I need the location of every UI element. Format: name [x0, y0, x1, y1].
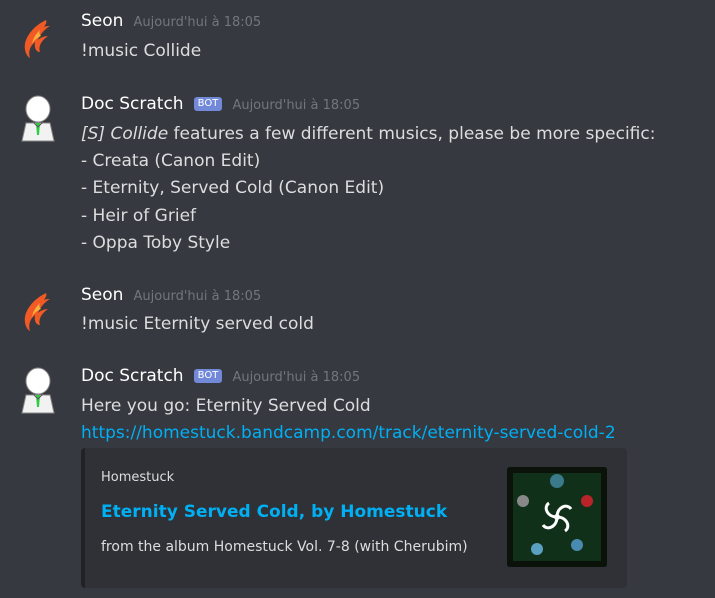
message-text: [S] Collide features a few different mus…	[81, 124, 655, 144]
list-item: - Oppa Toby Style	[81, 233, 231, 253]
doc-scratch-icon	[21, 95, 55, 142]
album-thumbnail[interactable]	[507, 467, 607, 567]
username[interactable]: Doc Scratch	[81, 94, 184, 114]
embed-title-link[interactable]: Eternity Served Cold, by Homestuck	[101, 502, 447, 522]
embed-description: from the album Homestuck Vol. 7-8 (with …	[101, 539, 468, 555]
avatar[interactable]	[16, 95, 60, 142]
embed-provider[interactable]: Homestuck	[101, 470, 174, 485]
message-text: !music Collide	[81, 41, 202, 61]
link-embed: Homestuck Eternity Served Cold, by Homes…	[81, 448, 627, 588]
username[interactable]: Seon	[81, 285, 123, 305]
flame-icon	[24, 293, 50, 331]
avatar[interactable]	[16, 367, 60, 414]
timestamp: Aujourd'hui à 18:05	[232, 98, 361, 113]
list-item: - Creata (Canon Edit)	[81, 151, 261, 171]
doc-scratch-icon	[21, 367, 55, 414]
timestamp: Aujourd'hui à 18:05	[133, 289, 262, 304]
username[interactable]: Seon	[81, 11, 123, 31]
list-item: - Heir of Grief	[81, 206, 197, 226]
message-link-line: https://homestuck.bandcamp.com/track/ete…	[81, 423, 616, 443]
bot-badge: BOT	[193, 369, 223, 383]
username[interactable]: Doc Scratch	[81, 366, 184, 386]
track-link[interactable]: https://homestuck.bandcamp.com/track/ete…	[81, 423, 616, 443]
bot-badge: BOT	[193, 97, 223, 111]
timestamp: Aujourd'hui à 18:05	[133, 15, 262, 30]
italic-title: [S] Collide	[81, 124, 169, 144]
avatar[interactable]	[16, 16, 60, 60]
message-text: Here you go: Eternity Served Cold	[81, 396, 371, 416]
avatar[interactable]	[16, 289, 60, 333]
album-art-icon	[507, 467, 607, 567]
message-text-rest: features a few different musics, please …	[168, 124, 656, 144]
timestamp: Aujourd'hui à 18:05	[232, 370, 361, 385]
message-text: !music Eternity served cold	[81, 314, 314, 334]
list-item: - Eternity, Served Cold (Canon Edit)	[81, 178, 385, 198]
flame-icon	[24, 20, 50, 58]
